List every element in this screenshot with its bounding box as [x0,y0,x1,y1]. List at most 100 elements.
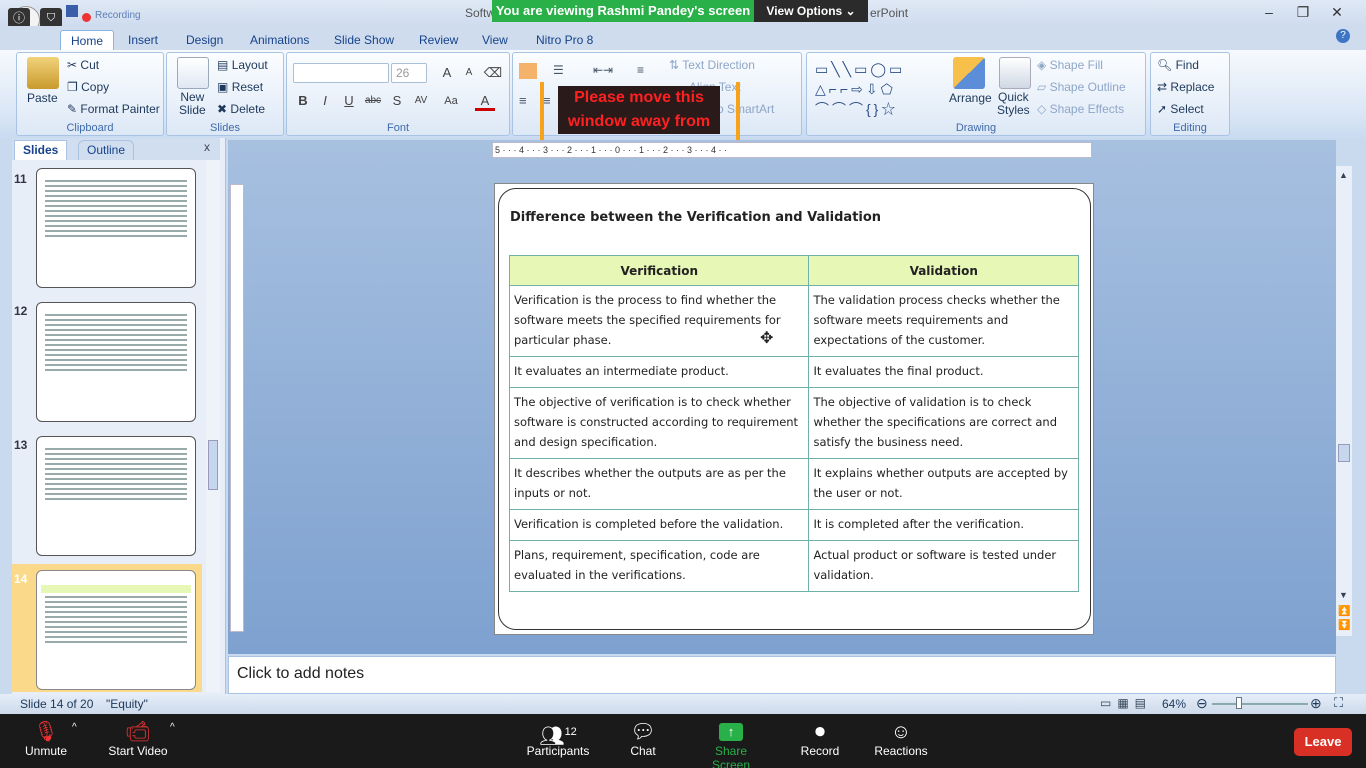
close-panel-button[interactable]: x [204,140,210,154]
notes-pane[interactable]: Click to add notes [228,656,1336,694]
notes-placeholder[interactable]: Click to add notes [229,657,1335,691]
shrink-font-button[interactable]: A [459,63,479,83]
tab-nitro[interactable]: Nitro Pro 8 [526,30,603,50]
table-cell[interactable]: The validation process checks whether th… [808,285,1079,357]
save-icon[interactable] [66,5,78,17]
quick-styles-icon[interactable] [999,57,1031,89]
slide-thumbnail-14[interactable] [36,570,196,690]
slide-thumbnail-11[interactable] [36,168,196,288]
video-options-chevron-icon[interactable]: ^ [170,722,175,733]
bold-button[interactable]: B [293,91,313,111]
font-color-button[interactable]: A [475,91,495,111]
shapes-gallery[interactable]: ▭╲╲▭◯▭ △⌐⌐⇨⇩⬠ ⌒⌒⌒{}☆ [815,59,941,119]
paste-button[interactable]: Paste [27,91,58,105]
view-options-button[interactable]: View Options ⌄ [754,0,868,22]
select-button[interactable]: Select [1170,102,1203,116]
next-slide-icon[interactable]: ⏬ [1338,620,1350,631]
tab-review[interactable]: Review [409,30,468,50]
help-icon[interactable]: ? [1336,29,1350,43]
tab-design[interactable]: Design [176,30,233,50]
strikethrough-button[interactable]: abc [363,91,383,111]
line-spacing-icon[interactable]: ≡ [637,63,644,77]
close-button[interactable]: ✕ [1320,2,1354,22]
arrange-button[interactable]: Arrange [949,91,992,105]
panel-scroll-thumb[interactable] [208,440,218,490]
scroll-down-icon[interactable]: ▼ [1339,590,1348,600]
table-cell[interactable]: The objective of validation is to check … [808,387,1079,459]
shape-effects-button[interactable]: Shape Effects [1050,102,1125,116]
table-cell[interactable]: Verification is completed before the val… [508,509,810,541]
table-cell[interactable]: It is completed after the verification. [808,509,1079,541]
maximize-button[interactable]: ❐ [1286,2,1320,22]
change-case-button[interactable]: Aa [441,91,461,111]
tab-animations[interactable]: Animations [240,30,319,50]
slide-scroll-thumb[interactable] [1338,444,1350,462]
indent-icon[interactable]: ⇤⇥ [593,63,613,77]
new-slide-button[interactable]: New Slide [179,91,206,117]
text-direction-button[interactable]: Text Direction [682,58,755,72]
format-painter-button[interactable]: Format Painter [80,102,159,116]
numbering-icon[interactable]: ☰ [553,63,571,79]
replace-button[interactable]: Replace [1170,80,1214,94]
slide-thumbnail-12[interactable] [36,302,196,422]
tab-insert[interactable]: Insert [118,30,168,50]
table-cell[interactable]: It describes whether the outputs are as … [508,458,810,510]
find-button[interactable]: Find [1176,58,1199,72]
shape-fill-button[interactable]: Shape Fill [1050,58,1103,72]
table-cell[interactable]: Actual product or software is tested und… [808,540,1079,592]
zoom-out-icon[interactable]: ⊖ [1196,695,1208,712]
reset-button[interactable]: Reset [232,80,263,94]
grow-font-button[interactable]: A [437,63,457,83]
panel-scrollbar[interactable] [206,160,220,692]
table-cell[interactable]: It evaluates an intermediate product. [508,356,810,388]
layout-button[interactable]: Layout [232,58,268,72]
arrange-icon[interactable] [953,57,985,89]
audio-options-chevron-icon[interactable]: ^ [72,722,77,733]
slide-scrollbar[interactable]: ▲ ▼ ⏫ ⏬ [1336,166,1352,636]
fit-slide-icon[interactable]: ⛶ [1334,695,1343,711]
table-cell[interactable]: The objective of verification is to chec… [508,387,810,459]
unmute-button[interactable]: 🎙︎ Unmute [22,720,70,758]
info-icon[interactable]: ⓘ [8,8,30,28]
shape-outline-button[interactable]: Shape Outline [1050,80,1126,94]
tab-slide-show[interactable]: Slide Show [324,30,404,50]
slide-title[interactable]: Difference between the Verification and … [510,210,881,225]
delete-button[interactable]: Delete [230,102,265,116]
shadow-button[interactable]: S [387,91,407,111]
cut-button[interactable]: Cut [80,58,99,72]
view-buttons[interactable]: ▭▦▤ [1100,696,1152,710]
scroll-up-icon[interactable]: ▲ [1339,170,1348,180]
comparison-table[interactable]: Verification Validation Verification is … [508,255,1079,592]
shield-icon[interactable]: ⛉ [40,8,62,28]
new-slide-icon[interactable] [177,57,209,89]
quick-styles-button[interactable]: Quick Styles [997,91,1030,117]
tab-slides-panel[interactable]: Slides [14,140,68,160]
tab-home[interactable]: Home [60,30,115,51]
char-spacing-button[interactable]: AV [411,91,431,111]
slide-thumbnail-13[interactable] [36,436,196,556]
zoom-slider[interactable] [1212,703,1308,705]
clear-format-icon[interactable]: ⌫ [483,63,503,83]
table-cell[interactable]: Plans, requirement, specification, code … [508,540,810,592]
reactions-button[interactable]: ☺︎ Reactions [874,720,928,758]
start-video-button[interactable]: 📹︎ Start Video [106,720,170,758]
record-button[interactable]: ⏺︎ Record [800,720,840,758]
underline-button[interactable]: U [339,91,359,111]
table-cell[interactable]: It evaluates the final product. [808,356,1079,388]
font-size-combo[interactable]: 26 [391,63,427,83]
italic-button[interactable]: I [315,91,335,111]
share-screen-button[interactable]: ↑ Share Screen [696,720,766,768]
copy-button[interactable]: Copy [81,80,109,94]
bullets-icon[interactable] [519,63,537,79]
leave-button[interactable]: Leave [1294,728,1352,756]
align-left-icon[interactable]: ≡ [519,93,527,108]
font-name-combo[interactable] [293,63,389,83]
tab-outline-panel[interactable]: Outline [78,140,135,160]
chat-button[interactable]: 💬︎ Chat [626,720,660,758]
table-cell[interactable]: It explains whether outputs are accepted… [808,458,1079,510]
participants-button[interactable]: 👥︎12 Participants [526,720,590,758]
paste-icon[interactable] [27,57,59,89]
minimize-button[interactable]: – [1252,2,1286,22]
tab-view[interactable]: View [472,30,518,50]
zoom-in-icon[interactable]: ⊕ [1310,695,1322,712]
